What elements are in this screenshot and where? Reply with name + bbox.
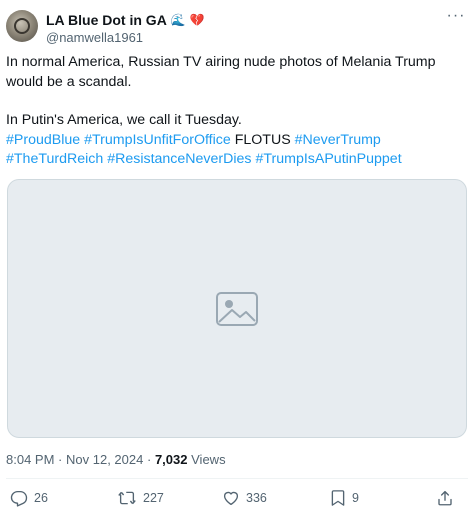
avatar-image [14, 18, 30, 34]
divider [6, 478, 468, 479]
hashtag-link[interactable]: #TrumpIsAPutinPuppet [255, 151, 401, 167]
image-placeholder-icon [216, 291, 258, 326]
views-count: 7,032 [154, 452, 188, 467]
tweet-line-2: In Putin's America, we call it Tuesday. [6, 112, 242, 128]
action-bar: 26 227 336 9 [0, 485, 474, 513]
tweet-timestamp-row: 8:04 PM · Nov 12, 2024 · 7,032 Views [6, 452, 226, 467]
repost-button[interactable]: 227 [117, 489, 164, 507]
separator: · [58, 452, 63, 467]
tweet-media[interactable] [7, 179, 467, 438]
media-placeholder [8, 180, 466, 437]
like-button[interactable]: 336 [222, 489, 267, 507]
tweet-header: LA Blue Dot in GA 🌊 💔 @namwella1961 ··· [6, 8, 468, 48]
avatar[interactable] [6, 10, 38, 42]
like-count: 336 [246, 491, 267, 505]
bookmark-icon [331, 490, 345, 506]
broken-heart-icon: 💔 [189, 13, 205, 27]
heart-icon [223, 491, 239, 506]
views-label: Views [191, 452, 226, 467]
share-icon [438, 490, 452, 506]
tweet-time[interactable]: 8:04 PM [6, 452, 54, 467]
reply-button[interactable]: 26 [10, 489, 48, 507]
hashtag-link[interactable]: #ProudBlue [6, 132, 80, 148]
reply-count: 26 [34, 491, 48, 505]
wave-icon: 🌊 [170, 13, 186, 27]
repost-icon [118, 491, 136, 505]
bookmark-button[interactable]: 9 [330, 489, 359, 507]
tweet-hashtags: #ProudBlue #TrumpIsUnfitForOffice FLOTUS… [6, 131, 466, 170]
author-handle[interactable]: @namwella1961 [46, 30, 143, 45]
hashtag-link[interactable]: #ResistanceNeverDies [107, 151, 251, 167]
separator: · [146, 452, 152, 467]
hashtag-link[interactable]: #NeverTrump [295, 132, 381, 148]
author-name-row: LA Blue Dot in GA 🌊 💔 [46, 12, 205, 28]
hashtag-link[interactable]: #TrumpIsUnfitForOffice [84, 132, 231, 148]
bookmark-count: 9 [352, 491, 359, 505]
reply-icon [10, 490, 28, 507]
plain-text: FLOTUS [234, 131, 291, 148]
tweet-text: In normal America, Russian TV airing nud… [6, 53, 466, 170]
hashtag-link[interactable]: #TheTurdReich [6, 151, 103, 167]
tweet-line-1: In normal America, Russian TV airing nud… [6, 54, 436, 90]
repost-count: 227 [143, 491, 164, 505]
more-options-icon[interactable]: ··· [446, 8, 466, 28]
tweet-date[interactable]: Nov 12, 2024 [66, 452, 143, 467]
author-display-name[interactable]: LA Blue Dot in GA [46, 12, 167, 28]
share-button[interactable] [436, 489, 454, 507]
